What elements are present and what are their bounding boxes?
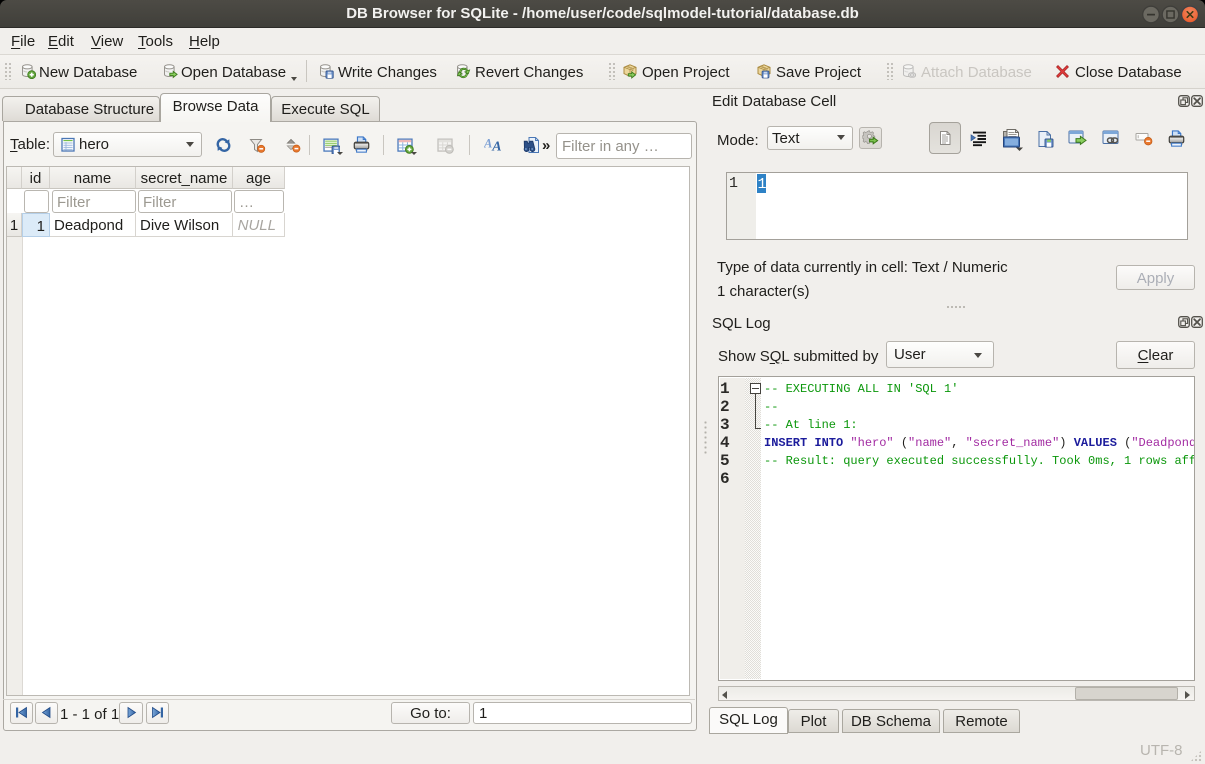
svg-text:A: A <box>491 140 501 154</box>
svg-text:A: A <box>484 137 492 151</box>
